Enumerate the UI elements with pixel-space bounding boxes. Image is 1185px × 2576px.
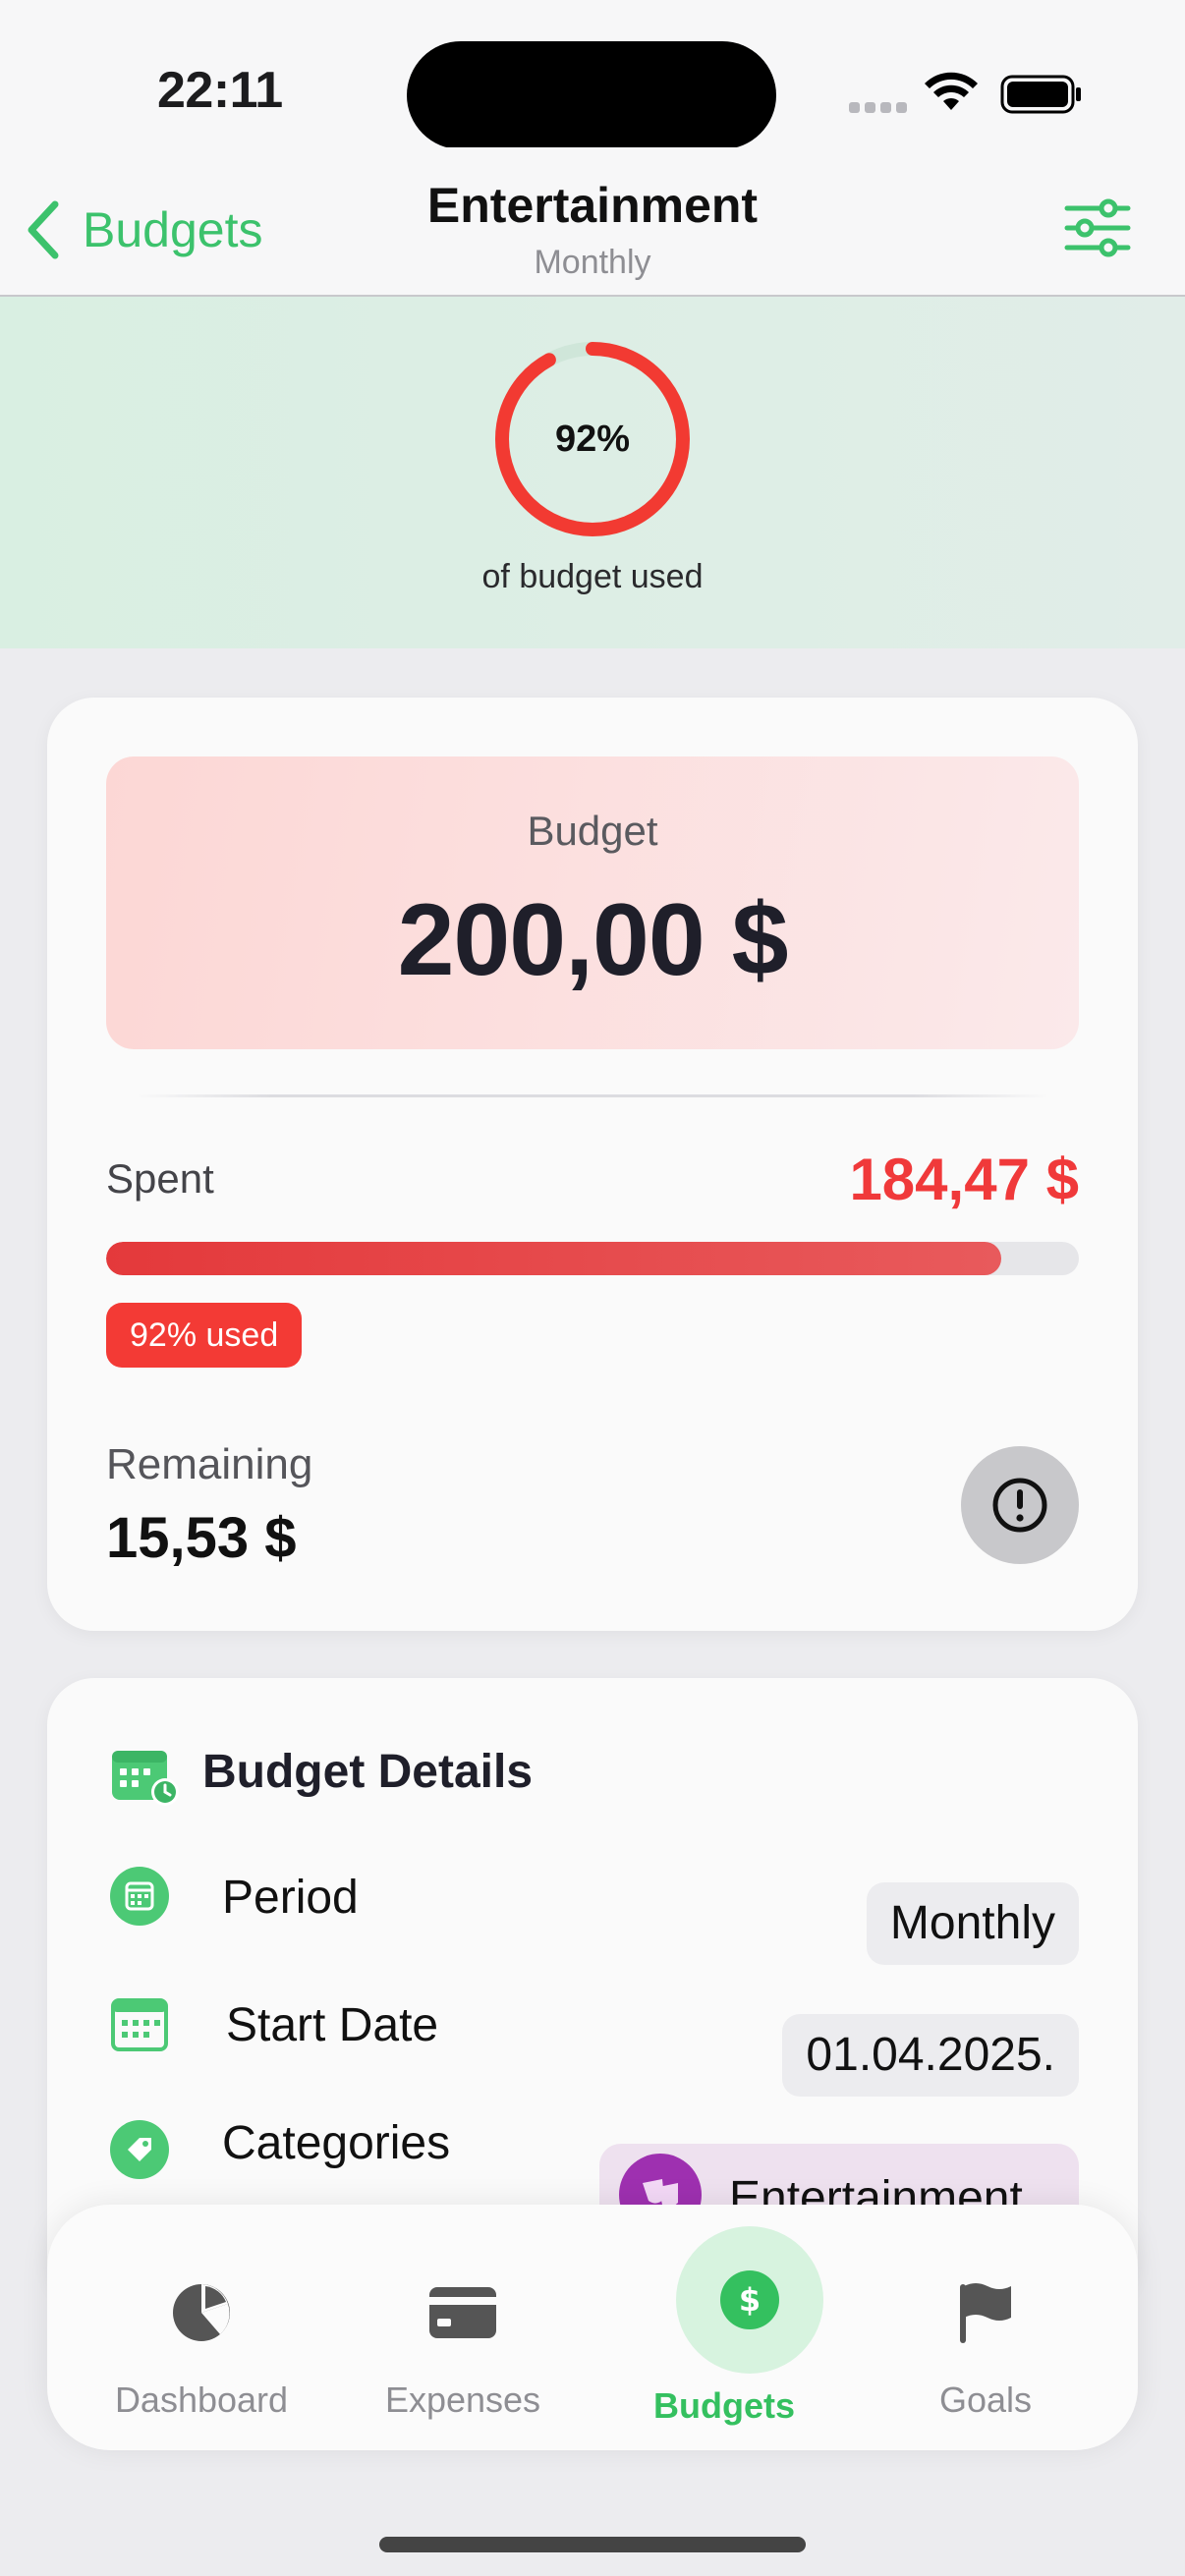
budget-label: Budget xyxy=(527,808,658,854)
tab-expenses[interactable]: Expenses xyxy=(332,2205,593,2450)
tab-goals[interactable]: Goals xyxy=(855,2205,1116,2450)
tab-budgets-label: Budgets xyxy=(653,2385,795,2426)
usage-summary: 92% of budget used xyxy=(0,297,1185,648)
usage-percent: 92% xyxy=(554,418,631,460)
tab-dashboard-label: Dashboard xyxy=(114,2380,289,2420)
calendar-clock-icon xyxy=(112,1751,179,1806)
tab-dashboard[interactable]: Dashboard xyxy=(71,2205,332,2450)
navigation-bar: Budgets Entertainment Monthly xyxy=(0,147,1185,297)
start-date-value: 01.04.2025. xyxy=(782,2014,1079,2097)
period-label: Period xyxy=(222,1872,359,1924)
spent-value: 184,47 $ xyxy=(849,1147,1079,1212)
tab-budgets[interactable]: $ Budgets xyxy=(593,2205,855,2450)
page-title: Entertainment xyxy=(426,178,759,233)
dollar-circle-icon: $ xyxy=(676,2226,823,2374)
period-value: Monthly xyxy=(866,1882,1079,1965)
battery-icon xyxy=(1000,75,1081,114)
cellular-signal-icon xyxy=(849,102,908,114)
spent-progress-fill xyxy=(106,1242,1001,1275)
usage-caption: of budget used xyxy=(481,558,704,595)
tab-goals-label: Goals xyxy=(938,2380,1033,2420)
categories-label: Categories xyxy=(222,2117,451,2169)
credit-card-icon xyxy=(414,2264,512,2362)
tab-bar: Dashboard Expenses $ Budgets Goals xyxy=(47,2205,1138,2450)
budget-value: 200,00 $ xyxy=(397,883,789,997)
wifi-icon xyxy=(925,72,978,110)
tag-icon xyxy=(110,2120,169,2179)
flag-icon xyxy=(936,2264,1035,2362)
page-subtitle: Monthly xyxy=(534,244,651,281)
budget-summary-card: Budget 200,00 $ Spent 184,47 $ 92% used … xyxy=(47,698,1138,1631)
alert-button[interactable] xyxy=(961,1446,1079,1564)
details-title: Budget Details xyxy=(202,1746,534,1798)
calendar-icon xyxy=(110,1867,169,1926)
home-indicator[interactable] xyxy=(379,2537,806,2552)
remaining-value: 15,53 $ xyxy=(106,1506,297,1570)
tab-expenses-label: Expenses xyxy=(384,2380,541,2420)
spent-label: Spent xyxy=(106,1155,214,1202)
calendar-grid-icon xyxy=(111,1998,168,2051)
start-date-label: Start Date xyxy=(226,1999,439,2051)
exclamation-circle-icon xyxy=(992,1478,1047,1533)
dynamic-island xyxy=(407,41,776,149)
sliders-icon[interactable] xyxy=(1063,196,1132,259)
divider xyxy=(136,1094,1049,1097)
svg-text:$: $ xyxy=(739,2281,761,2319)
screen: 22:11 Budgets Entertainment Monthly 92% … xyxy=(0,0,1185,2576)
pie-chart-icon xyxy=(152,2264,251,2362)
remaining-label: Remaining xyxy=(106,1440,313,1488)
budget-amount-box: Budget 200,00 $ xyxy=(106,756,1079,1049)
status-time: 22:11 xyxy=(157,62,283,119)
spent-progress-bar xyxy=(106,1242,1079,1275)
used-percent-badge: 92% used xyxy=(106,1303,303,1368)
